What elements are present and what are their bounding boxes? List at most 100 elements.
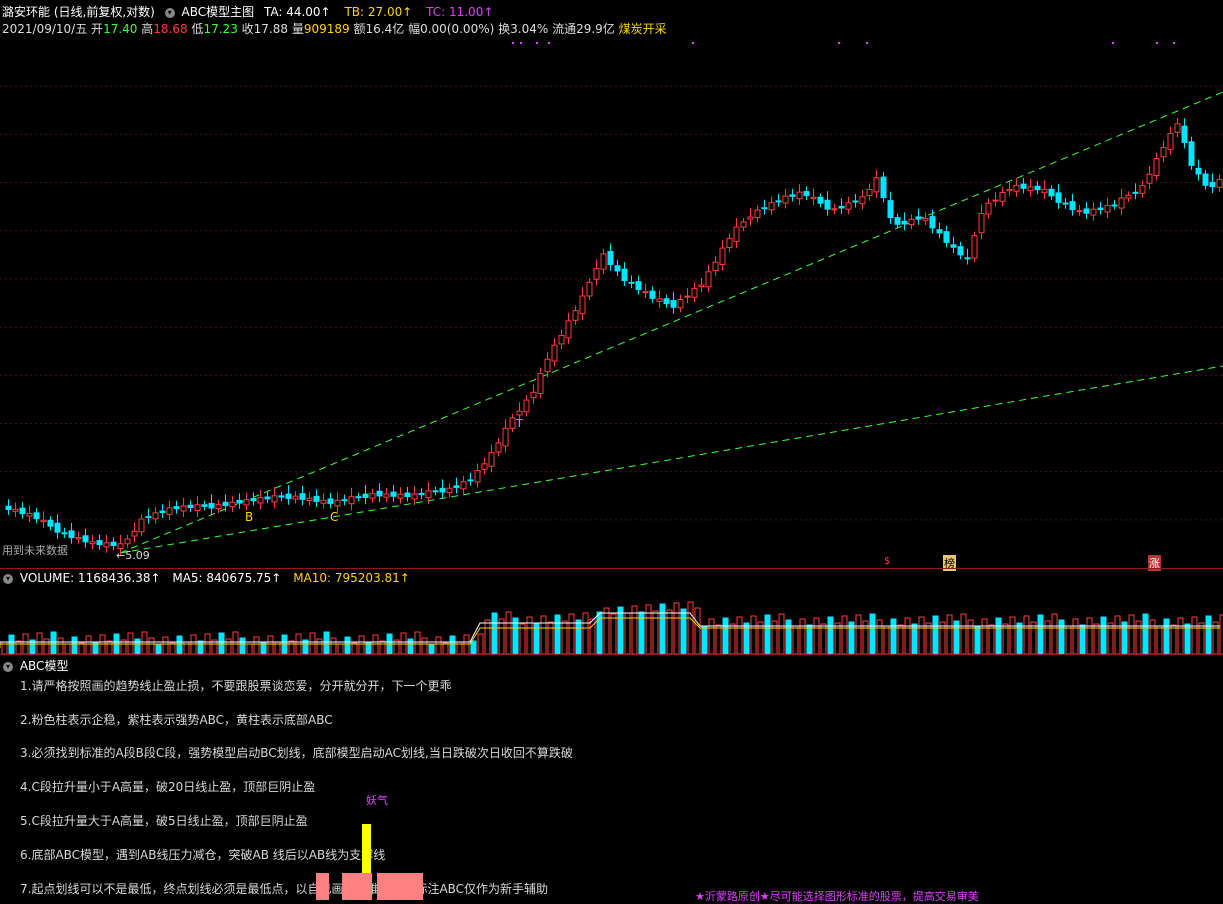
candle-body — [971, 235, 978, 259]
divider-abc — [0, 654, 1223, 655]
note-1: 1.请严格按照画的趋势线止盈止损，不要跟股票谈恋爱，分开就分开，下一个更乖 — [20, 679, 452, 693]
volume-bar — [715, 624, 722, 654]
candle-body — [1020, 183, 1027, 189]
candle-body — [103, 542, 110, 548]
candle-body — [880, 176, 887, 199]
volume-bar — [575, 619, 582, 654]
candle-body — [82, 535, 89, 543]
volume-bar — [827, 616, 834, 654]
ma5-value: MA5: 840675.75↑ — [172, 571, 282, 585]
volume-bar — [617, 606, 624, 654]
volume-bar — [1212, 621, 1219, 654]
badge-s[interactable]: $ — [884, 556, 890, 567]
volume-bar — [232, 631, 239, 654]
volume-bar — [701, 625, 708, 654]
candle-body — [1167, 132, 1174, 150]
candle-body — [957, 246, 964, 256]
quote-bar: 2021/09/10/五 开17.40 高18.68 低17.23 收17.88… — [2, 20, 667, 37]
volume-bar — [876, 619, 883, 654]
candle-body — [61, 532, 68, 535]
candle-body — [1132, 191, 1139, 194]
volume-menu-icon[interactable]: ▾ — [3, 573, 13, 584]
volume-bar — [1086, 617, 1093, 654]
signal-dot — [692, 42, 694, 44]
volume-bar — [890, 618, 897, 654]
candle-body — [299, 493, 306, 500]
candle-body — [509, 417, 516, 429]
candle-body — [425, 490, 432, 499]
candle-body — [992, 199, 999, 202]
volume-bar — [470, 640, 477, 654]
concept-tag[interactable]: 煤炭开采 — [619, 22, 667, 36]
signal-dot — [1173, 42, 1175, 44]
candle-body — [96, 540, 103, 546]
candle-body — [670, 300, 677, 308]
candle-body — [236, 499, 243, 504]
candle-body — [327, 498, 334, 504]
note-6: 6.底部ABC模型，遇到AB线压力减仓，突破AB 线后以AB线为支撑线 — [20, 848, 386, 862]
candle-body — [978, 212, 985, 234]
signal-dot — [520, 42, 522, 44]
candle-body — [292, 495, 299, 500]
abc-menu-icon[interactable]: ▾ — [3, 661, 13, 672]
candle-body — [1006, 188, 1013, 192]
volume-bar — [841, 615, 848, 654]
candle-body — [1188, 141, 1195, 166]
volume-bar — [1058, 619, 1065, 654]
volume-bar — [253, 636, 260, 654]
volume-chart[interactable] — [0, 588, 1223, 654]
candle-body — [873, 177, 880, 193]
candle-body — [75, 537, 82, 540]
volume-bar — [778, 613, 785, 654]
volume-bar — [624, 612, 631, 654]
candle-body — [145, 516, 152, 519]
candle-body — [152, 512, 159, 520]
candle-body — [530, 391, 537, 399]
candle-body — [215, 504, 222, 510]
candle-body — [908, 218, 915, 226]
candle-body — [852, 200, 859, 203]
candlestick-chart[interactable] — [0, 38, 1223, 568]
candle-body — [1076, 210, 1083, 213]
indicator-name[interactable]: ABC模型主图 — [182, 5, 255, 19]
volume-bar — [50, 631, 57, 654]
volume-bar — [477, 633, 484, 654]
candle-body — [1013, 184, 1020, 192]
change-value: 幅0.00(0.00%) — [408, 22, 495, 36]
signal-dot — [536, 42, 538, 44]
candle-body — [810, 196, 817, 200]
candle-body — [495, 442, 502, 453]
abc-header: ▾ ABC模型 — [3, 657, 68, 674]
candle-body — [649, 290, 656, 299]
volume-bar — [64, 643, 71, 654]
candle-body — [208, 502, 215, 509]
volume-bar — [260, 642, 267, 654]
volume-bar — [246, 643, 253, 654]
open-label: 开 — [91, 22, 104, 36]
volume-bar — [610, 613, 617, 654]
chart-header: 潞安环能 (日线,前复权,对数) ▾ ABC模型主图 TA: 44.00↑ TB… — [2, 3, 493, 20]
volume-bar — [750, 615, 757, 654]
candle-body — [1181, 125, 1188, 143]
candle-body — [551, 344, 558, 362]
volume-bar — [1121, 621, 1128, 654]
volume-bar — [491, 612, 498, 654]
chart-mode: (日线,前复权,对数) — [53, 5, 155, 19]
candle-body — [404, 492, 411, 498]
candle-body — [789, 194, 796, 197]
candle-body — [47, 519, 54, 527]
candle-body — [201, 504, 208, 507]
candle-body — [1034, 185, 1041, 191]
indicator-menu-icon[interactable]: ▾ — [164, 7, 175, 18]
signal-dot — [548, 42, 550, 44]
volume-bar — [946, 614, 953, 654]
volume-bar — [316, 638, 323, 654]
candle-body — [1139, 185, 1146, 194]
candle-body — [1209, 181, 1216, 188]
volume-bar — [981, 618, 988, 654]
volume-bar — [1037, 614, 1044, 654]
volume-bar — [848, 621, 855, 654]
candle-body — [369, 493, 376, 499]
candle-body — [845, 202, 852, 210]
volume-bar — [71, 636, 78, 654]
